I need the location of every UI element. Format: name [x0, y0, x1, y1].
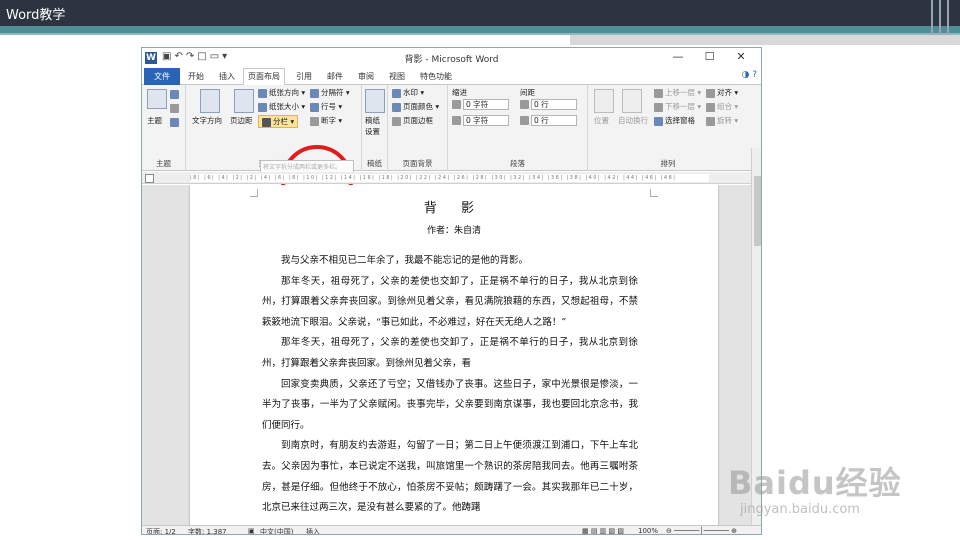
tab-home[interactable]: 开始 [188, 71, 204, 82]
group-theme: 主题 主题 [142, 85, 186, 171]
ribbon: 主题 主题 文字方向 页边距 纸张方向 ▾ 纸张大小 ▾ 分栏 ▾ 分隔符 ▾ … [142, 85, 761, 217]
watermark-button[interactable]: 水印 ▾ [392, 87, 424, 98]
paragraph: 到南京时，有朋友约去游逛，勾留了一日；第二日上午便须渡江到浦口，下午上车北去。父… [262, 440, 638, 514]
horizontal-ruler[interactable]: |8| |6| |4| |2| |2| |4| |6| |8| |10| |12… [142, 172, 751, 184]
breaks-button[interactable]: 分隔符 ▾ [310, 87, 350, 98]
manuscript-icon[interactable] [365, 89, 385, 113]
wrap-text-icon[interactable] [622, 89, 642, 113]
size-button[interactable]: 纸张大小 ▾ [258, 101, 305, 112]
left-indent-field[interactable]: 0 字符 [452, 99, 509, 110]
margin-corner-tl [250, 189, 258, 197]
tab-selector[interactable] [145, 174, 154, 183]
paragraph: 那年冬天，祖母死了，父亲的差使也交卸了，正是祸不单行的日子，我从北京到徐州，打算… [262, 337, 638, 369]
slide-header-bar [0, 0, 960, 26]
margins-icon[interactable] [234, 89, 254, 113]
paragraph: 那年冬天，祖母死了，父亲的差使也交卸了，正是祸不单行的日子，我从北京到徐州，打算… [262, 275, 638, 328]
theme-button[interactable]: 主题 [147, 115, 162, 126]
paragraph: 我与父亲不相见已二年余了，我最不能忘记的是他的背影。 [281, 255, 529, 266]
selection-pane-button[interactable]: 选择窗格 [654, 115, 695, 126]
tab-special[interactable]: 特色功能 [420, 71, 452, 82]
spacing-label: 间距 [520, 88, 535, 97]
document-area: 背 影 作者：朱自清 我与父亲不相见已二年余了，我最不能忘记的是他的背影。 那年… [142, 185, 751, 525]
document-body[interactable]: 我与父亲不相见已二年余了，我最不能忘记的是他的背影。 那年冬天，祖母死了，父亲的… [262, 251, 638, 519]
zoom-slider[interactable]: ⊖ ──────│────── ⊕ [666, 527, 737, 534]
orientation-button[interactable]: 纸张方向 ▾ [258, 87, 305, 98]
margin-corner-tr [650, 189, 658, 197]
group-page-setup: 文字方向 页边距 纸张方向 ▾ 纸张大小 ▾ 分栏 ▾ 分隔符 ▾ 行号 ▾ 断… [186, 85, 362, 217]
tab-page-layout[interactable]: 页面布局 [243, 68, 285, 86]
status-mode[interactable]: 插入 [306, 527, 320, 534]
minimize-button[interactable]: — [664, 50, 692, 63]
send-backward-button[interactable]: 下移一层 ▾ [654, 101, 701, 112]
group-label-page-background: 页面背景 [402, 159, 433, 168]
columns-button[interactable]: 分栏 ▾ [258, 115, 299, 128]
right-indent-field[interactable]: 0 字符 [452, 115, 509, 126]
text-direction-icon[interactable] [200, 89, 220, 113]
tab-insert[interactable]: 插入 [219, 71, 235, 82]
group-label-manuscript: 稿纸 [367, 159, 382, 168]
slide-deco-lines [925, 0, 960, 35]
baidu-url: jingyan.baidu.com [740, 502, 860, 517]
bring-forward-button[interactable]: 上移一层 ▾ [654, 87, 701, 98]
status-language[interactable]: 中文(中国) [260, 527, 293, 534]
page-color-button[interactable]: 页面颜色 ▾ [392, 101, 439, 112]
rotate-button[interactable]: 旋转 ▾ [706, 115, 738, 126]
theme-colors-icon[interactable] [170, 89, 181, 99]
baidu-logo: Baidu经验 [728, 464, 902, 502]
tab-references[interactable]: 引用 [296, 71, 312, 82]
ribbon-tabs: 文件 开始 插入 页面布局 引用 邮件 审阅 视图 特色功能 ◑ ? [142, 68, 761, 86]
tab-file[interactable]: 文件 [144, 68, 180, 85]
manuscript-label-2[interactable]: 设置 [365, 126, 380, 137]
tab-review[interactable]: 审阅 [358, 71, 374, 82]
spacing-after-field[interactable]: 0 行 [520, 115, 577, 126]
title-bar: W ▣↶↷□▭▾ 背影 - Microsoft Word — ☐ ✕ [142, 48, 761, 68]
scrollbar-thumb[interactable] [754, 176, 761, 246]
theme-fonts-icon[interactable] [170, 103, 181, 113]
position-icon[interactable] [594, 89, 614, 113]
text-direction-button[interactable]: 文字方向 [192, 115, 222, 126]
spacing-before-field[interactable]: 0 行 [520, 99, 577, 110]
group-label-theme: 主题 [156, 159, 171, 168]
position-button[interactable]: 位置 [594, 115, 609, 126]
hyphenation-button[interactable]: 断字 ▾ [310, 115, 342, 126]
status-bar: 页面: 1/2 字数: 1,387 ▣ 中文(中国) 插入 ▦ ▤ ▥ ▧ ▨ … [142, 525, 761, 534]
ruler-scale: |8| |6| |4| |2| |2| |4| |6| |8| |10| |12… [190, 174, 709, 182]
group-manuscript: 稿纸 设置 稿纸 [362, 85, 388, 171]
proofing-icon[interactable]: ▣ [248, 527, 255, 534]
group-button[interactable]: 组合 ▾ [706, 101, 738, 112]
document-author: 作者：朱自清 [426, 226, 481, 236]
document-title: 背 影 [423, 201, 485, 216]
group-page-background: 水印 ▾ 页面颜色 ▾ 页面边框 页面背景 [388, 85, 448, 171]
group-arrange: 位置 自动换行 上移一层 ▾ 下移一层 ▾ 选择窗格 对齐 ▾ 组合 ▾ 旋转 … [588, 85, 748, 171]
document-page[interactable]: 背 影 作者：朱自清 我与父亲不相见已二年余了，我最不能忘记的是他的背影。 那年… [190, 185, 718, 525]
line-numbers-button[interactable]: 行号 ▾ [310, 101, 342, 112]
group-paragraph: 缩进 间距 0 字符 0 行 0 字符 0 行 段落 [448, 85, 588, 171]
group-label-paragraph: 段落 [510, 159, 525, 168]
theme-effects-icon[interactable] [170, 117, 181, 127]
status-page[interactable]: 页面: 1/2 [146, 527, 176, 534]
status-zoom[interactable]: 100% [638, 527, 658, 534]
group-label-arrange: 排列 [660, 159, 676, 168]
slide-accent-band [0, 26, 960, 33]
page-borders-button[interactable]: 页面边框 [392, 115, 433, 126]
close-button[interactable]: ✕ [727, 50, 755, 63]
help-icon[interactable]: ◑ ? [742, 70, 758, 80]
indent-label: 缩进 [452, 88, 467, 97]
baidu-watermark: Baidu经验 jingyan.baidu.com [728, 458, 928, 528]
slide-title: Word教学 [6, 8, 66, 23]
align-button[interactable]: 对齐 ▾ [706, 87, 738, 98]
manuscript-label-1[interactable]: 稿纸 [365, 115, 380, 126]
word-window: W ▣↶↷□▭▾ 背影 - Microsoft Word — ☐ ✕ 文件 开始… [141, 47, 762, 535]
theme-icon[interactable] [147, 89, 167, 109]
tab-mailings[interactable]: 邮件 [327, 71, 343, 82]
tab-view[interactable]: 视图 [389, 71, 405, 82]
wrap-text-button[interactable]: 自动换行 [618, 115, 648, 126]
view-buttons[interactable]: ▦ ▤ ▥ ▧ ▨ [582, 527, 624, 534]
slide-gray-stripe [570, 35, 960, 45]
paragraph: 回家变卖典质，父亲还了亏空；又借钱办了丧事。这些日子，家中光景很是惨淡，一半为了… [262, 378, 638, 431]
margins-button[interactable]: 页边距 [230, 115, 253, 126]
maximize-button[interactable]: ☐ [696, 50, 724, 63]
status-words[interactable]: 字数: 1,387 [188, 527, 227, 534]
